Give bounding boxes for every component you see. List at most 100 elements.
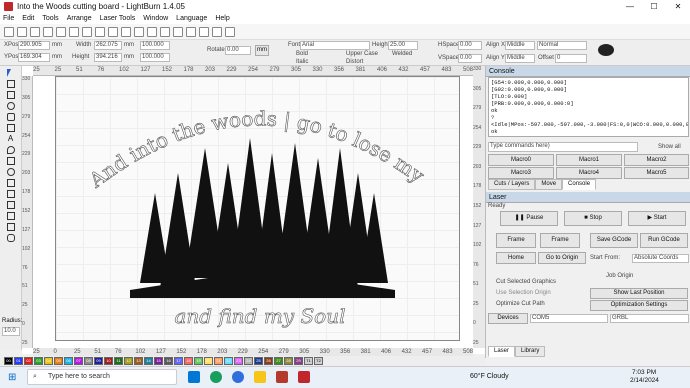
layer-color-swatch[interactable]: 02 <box>24 357 33 365</box>
optimize-cut-path-checkbox[interactable]: Optimize Cut Path <box>496 300 545 309</box>
offset-field[interactable]: 0 <box>555 54 587 63</box>
vspace-field[interactable]: 0.00 <box>458 54 482 63</box>
width-percent-field[interactable]: 100.000 <box>140 41 170 50</box>
app-icon[interactable] <box>276 371 288 383</box>
rotate-field[interactable]: 0.00 <box>225 46 251 55</box>
height-field[interactable]: 394.216 <box>94 53 122 62</box>
line-tool-icon[interactable] <box>6 124 15 132</box>
circular-array-icon[interactable] <box>6 223 15 231</box>
align-icon[interactable] <box>225 26 235 37</box>
redo-icon[interactable] <box>82 26 92 37</box>
save-gcode-button[interactable]: Save GCode <box>590 233 638 248</box>
save-icon[interactable] <box>30 26 40 37</box>
text-tool-icon[interactable]: A <box>7 135 15 143</box>
show-last-position-button[interactable]: Show Last Position <box>590 288 688 299</box>
task-view-icon[interactable] <box>188 371 200 383</box>
zoom-out-icon[interactable] <box>134 26 144 37</box>
close-button[interactable]: ✕ <box>666 0 690 13</box>
welded-checkbox[interactable]: Welded <box>392 50 412 59</box>
edit-nodes-icon[interactable] <box>6 80 15 88</box>
menu-tools[interactable]: Tools <box>42 13 58 24</box>
layer-color-swatch[interactable]: 18 <box>184 357 193 365</box>
menu-help[interactable]: Help <box>215 13 229 24</box>
tab-move[interactable]: Move <box>535 179 563 190</box>
tab-library[interactable]: Library <box>515 346 546 357</box>
edge-icon[interactable] <box>210 371 222 383</box>
design-artwork[interactable]: And into the woods | go to lose my mind … <box>60 78 460 340</box>
macro4-button[interactable]: Macro4 <box>556 167 622 179</box>
layer-color-swatch[interactable]: 10 <box>104 357 113 365</box>
macro5-button[interactable]: Macro5 <box>624 167 689 179</box>
layer-color-swatch[interactable]: 03 <box>34 357 43 365</box>
undo-icon[interactable] <box>69 26 79 37</box>
cut-selected-checkbox[interactable]: Cut Selected Graphics <box>496 278 556 287</box>
rounded-corner-icon[interactable] <box>6 234 15 242</box>
position-laser-icon[interactable] <box>6 146 15 154</box>
paste-icon[interactable] <box>108 26 118 37</box>
layer-color-swatch[interactable]: 11 <box>114 357 123 365</box>
home-button[interactable]: Home <box>496 252 536 264</box>
layer-color-swatch[interactable]: 13 <box>134 357 143 365</box>
layer-color-swatch[interactable]: 07 <box>74 357 83 365</box>
grid-array-icon[interactable] <box>6 212 15 220</box>
ypos-field[interactable]: 169.304 <box>18 53 50 62</box>
boolean-union-icon[interactable] <box>6 179 15 187</box>
align-x-select[interactable]: Middle <box>505 41 535 50</box>
boolean-subtract-icon[interactable] <box>6 190 15 198</box>
file-explorer-icon[interactable] <box>254 371 266 383</box>
use-selection-origin-checkbox[interactable]: Use Selection Origin <box>496 289 551 298</box>
layer-color-swatch[interactable]: 17 <box>174 357 183 365</box>
frame-rect-button[interactable]: Frame <box>496 233 536 248</box>
group-icon[interactable] <box>199 26 209 37</box>
windows-start-icon[interactable]: ⊞ <box>8 372 16 383</box>
layer-color-swatch[interactable]: 00 <box>4 357 13 365</box>
macro0-button[interactable]: Macro0 <box>488 154 554 166</box>
optimization-settings-button[interactable]: Optimization Settings <box>590 300 688 311</box>
layer-color-swatch[interactable]: 14 <box>144 357 153 365</box>
tab-console[interactable]: Console <box>562 179 597 190</box>
radius-field[interactable]: 10.0 <box>2 327 20 336</box>
layer-color-swatch[interactable]: 08 <box>84 357 93 365</box>
open-file-icon[interactable] <box>17 26 27 37</box>
menu-arrange[interactable]: Arrange <box>67 13 92 24</box>
layer-color-swatch[interactable]: 06 <box>64 357 73 365</box>
layer-color-swatch[interactable]: 24 <box>244 357 253 365</box>
layer-color-swatch[interactable]: T2 <box>314 357 323 365</box>
xpos-field[interactable]: 290.905 <box>18 41 50 50</box>
show-all-checkbox[interactable]: Show all <box>658 143 681 152</box>
ellipse-tool-icon[interactable] <box>6 102 15 110</box>
console-command-input[interactable]: Type commands here) <box>488 142 638 152</box>
trace-image-icon[interactable] <box>160 26 170 37</box>
layer-color-swatch[interactable]: 16 <box>164 357 173 365</box>
pause-button[interactable]: ❚❚ Pause <box>500 211 558 226</box>
taskbar-search-input[interactable]: ⌕ Type here to search <box>27 369 177 385</box>
measure-tool-icon[interactable] <box>6 157 15 165</box>
import-icon[interactable] <box>43 26 53 37</box>
layer-color-swatch[interactable]: 28 <box>284 357 293 365</box>
menu-language[interactable]: Language <box>176 13 207 24</box>
devices-button[interactable]: Devices <box>488 313 528 324</box>
layer-color-swatch[interactable]: T1 <box>304 357 313 365</box>
layer-color-swatch[interactable]: 01 <box>14 357 23 365</box>
layer-color-swatch[interactable]: 26 <box>264 357 273 365</box>
layer-color-swatch[interactable]: 05 <box>54 357 63 365</box>
maximize-button[interactable]: ☐ <box>642 0 666 13</box>
font-height-field[interactable]: 25.00 <box>388 41 418 50</box>
layer-color-swatch[interactable]: 29 <box>294 357 303 365</box>
layer-color-swatch[interactable]: 12 <box>124 357 133 365</box>
macro2-button[interactable]: Macro2 <box>624 154 689 166</box>
hspace-field[interactable]: 0.00 <box>458 41 482 50</box>
export-icon[interactable] <box>56 26 66 37</box>
go-to-origin-button[interactable]: Go to Origin <box>538 252 586 264</box>
port-select[interactable]: COM5 <box>530 314 608 323</box>
tab-cuts-layers[interactable]: Cuts / Layers <box>488 179 536 190</box>
menu-laser-tools[interactable]: Laser Tools <box>100 13 136 24</box>
clock-date[interactable]: 2/14/2024 <box>630 377 659 384</box>
zoom-in-icon[interactable] <box>121 26 131 37</box>
font-style-select[interactable]: Normal <box>537 41 587 50</box>
rectangle-tool-icon[interactable] <box>6 91 15 99</box>
start-from-select[interactable]: Absolute Coords <box>632 254 689 263</box>
layer-color-swatch[interactable]: 04 <box>44 357 53 365</box>
minimize-button[interactable]: — <box>618 0 642 13</box>
layer-color-swatch[interactable]: 21 <box>214 357 223 365</box>
